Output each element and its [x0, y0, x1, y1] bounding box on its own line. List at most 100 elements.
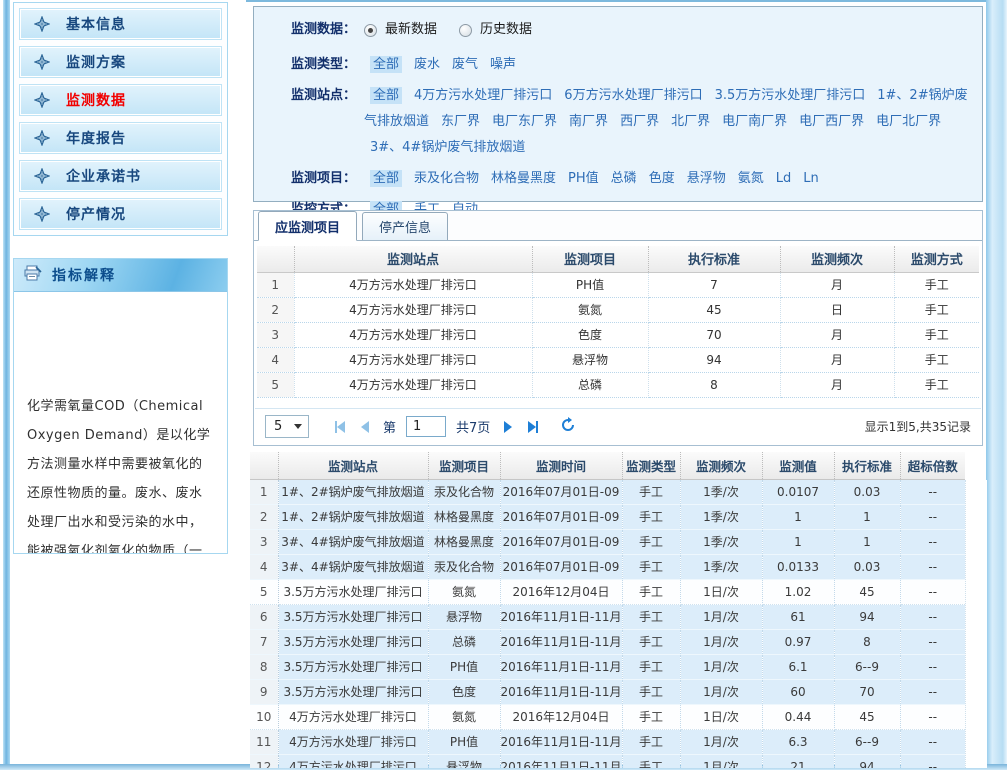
filter-link[interactable]: Ld [776, 171, 792, 186]
column-header[interactable] [257, 246, 294, 272]
table-row[interactable]: 14万方污水处理厂排污口PH值7月手工 [257, 272, 979, 297]
filter-link[interactable]: 悬浮物 [687, 171, 726, 186]
table-cell: 3.5万方污水处理厂排污口 [278, 579, 428, 604]
filter-link[interactable]: 南厂界 [569, 114, 608, 129]
radio-option[interactable]: 最新数据 [364, 17, 437, 43]
column-header[interactable]: 监测站点 [294, 246, 532, 272]
filter-link[interactable]: 3#、4#锅炉废气排放烟道 [370, 140, 525, 155]
table-row[interactable]: 34万方污水处理厂排污口色度70月手工 [257, 322, 979, 347]
table-cell: 1#、2#锅炉废气排放烟道 [278, 479, 428, 504]
next-page-button[interactable] [504, 421, 512, 433]
table-cell: 2016年11月1日-11月 [500, 629, 622, 654]
table-cell: 2 [250, 504, 278, 529]
sidebar-item-5[interactable]: 企业承诺书 [19, 160, 222, 192]
radio-icon[interactable] [459, 24, 472, 37]
filter-link[interactable]: 电厂南厂界 [722, 114, 787, 129]
column-header[interactable]: 监测类型 [622, 452, 680, 479]
filter-link[interactable]: 全部 [370, 56, 402, 73]
table-cell: 2016年07月01日-09 [500, 554, 622, 579]
filter-link[interactable]: 氨氮 [738, 171, 764, 186]
table-cell: 1月/次 [680, 679, 762, 704]
filter-link[interactable]: 6万方污水处理厂排污口 [564, 88, 702, 103]
filter-link[interactable]: 全部 [370, 170, 402, 187]
column-header[interactable]: 执行标准 [834, 452, 900, 479]
page-number-input[interactable] [406, 416, 446, 437]
table-row[interactable]: 83.5万方污水处理厂排污口PH值2016年11月1日-11月手工1月/次6.1… [250, 654, 965, 679]
column-header[interactable]: 监测项目 [428, 452, 500, 479]
last-page-button[interactable] [528, 421, 538, 433]
table-row[interactable]: 11#、2#锅炉废气排放烟道汞及化合物2016年07月01日-09手工1季/次0… [250, 479, 965, 504]
prev-page-button[interactable] [361, 421, 369, 433]
filter-link[interactable]: 电厂北厂界 [876, 114, 941, 129]
table-cell: 林格曼黑度 [428, 529, 500, 554]
table-cell: 4 [257, 347, 294, 372]
filter-link[interactable]: 废气 [452, 57, 478, 72]
filter-options: 全部废水废气噪声 [356, 52, 982, 78]
column-header[interactable]: 监测站点 [278, 452, 428, 479]
sidebar-menu: 基本信息监测方案监测数据年度报告企业承诺书停产情况 [13, 2, 228, 236]
column-header[interactable]: 监测时间 [500, 452, 622, 479]
table-row[interactable]: 73.5万方污水处理厂排污口总磷2016年11月1日-11月手工1月/次0.97… [250, 629, 965, 654]
page-size-select[interactable]: 5 [265, 415, 309, 438]
filter-link[interactable]: 总磷 [611, 171, 637, 186]
filter-link[interactable]: 全部 [370, 87, 402, 104]
table-cell: 0.44 [762, 704, 834, 729]
column-header[interactable]: 监测频次 [780, 246, 894, 272]
radio-icon[interactable] [364, 24, 377, 37]
column-header[interactable]: 监测项目 [532, 246, 648, 272]
table-scrollbar-track[interactable] [965, 480, 987, 768]
table-row[interactable]: 21#、2#锅炉废气排放烟道林格曼黑度2016年07月01日-09手工1季/次1… [250, 504, 965, 529]
sidebar-item-6[interactable]: 停产情况 [19, 198, 222, 230]
table-cell: -- [900, 604, 965, 629]
filter-link[interactable]: 噪声 [490, 57, 516, 72]
table-row[interactable]: 114万方污水处理厂排污口PH值2016年11月1日-11月手工1月/次6.36… [250, 729, 965, 754]
filter-link[interactable]: PH值 [568, 171, 599, 186]
column-header[interactable]: 超标倍数 [900, 452, 965, 479]
monitor-data-table-wrap: 监测站点监测项目监测时间监测类型监测频次监测值执行标准超标倍数11#、2#锅炉废… [250, 452, 965, 768]
filter-link[interactable]: 汞及化合物 [414, 171, 479, 186]
filter-link[interactable]: 3.5万方污水处理厂排污口 [715, 88, 866, 103]
table-cell: 月 [780, 322, 894, 347]
table-row[interactable]: 63.5万方污水处理厂排污口悬浮物2016年11月1日-11月手工1月/次619… [250, 604, 965, 629]
table-cell: -- [900, 754, 965, 768]
sidebar-item-4[interactable]: 年度报告 [19, 122, 222, 154]
record-summary: 显示1到5,共35记录 [865, 418, 971, 435]
sidebar-item-1[interactable]: 基本信息 [19, 8, 222, 40]
table-row[interactable]: 104万方污水处理厂排污口氨氮2016年12月04日手工1日/次0.4445-- [250, 704, 965, 729]
filter-link[interactable]: 林格曼黑度 [491, 171, 556, 186]
column-header[interactable]: 监测频次 [680, 452, 762, 479]
tab-2[interactable]: 停产信息 [362, 212, 448, 240]
filter-link[interactable]: 东厂界 [441, 114, 480, 129]
radio-option[interactable]: 历史数据 [459, 17, 532, 43]
table-row[interactable]: 93.5万方污水处理厂排污口色度2016年11月1日-11月手工1月/次6070… [250, 679, 965, 704]
filter-link[interactable]: Ln [803, 171, 818, 186]
sidebar-item-2[interactable]: 监测方案 [19, 46, 222, 78]
table-row[interactable]: 53.5万方污水处理厂排污口氨氮2016年12月04日手工1日/次1.0245-… [250, 579, 965, 604]
table-row[interactable]: 124万方污水处理厂排污口悬浮物2016年11月1日-11月手工1月/次2194… [250, 754, 965, 768]
refresh-button[interactable] [560, 417, 576, 437]
filter-link[interactable]: 废水 [414, 57, 440, 72]
first-page-button[interactable] [335, 421, 345, 433]
table-row[interactable]: 43#、4#锅炉废气排放烟道汞及化合物2016年07月01日-09手工1季/次0… [250, 554, 965, 579]
filter-link[interactable]: 北厂界 [671, 114, 710, 129]
table-cell: 0.97 [762, 629, 834, 654]
filter-link[interactable]: 电厂东厂界 [492, 114, 557, 129]
table-row[interactable]: 24万方污水处理厂排污口氨氮45日手工 [257, 297, 979, 322]
table-row[interactable]: 54万方污水处理厂排污口总磷8月手工 [257, 372, 979, 397]
tab-1[interactable]: 应监测项目 [258, 211, 357, 241]
left-edge-stripe [3, 0, 10, 770]
column-header[interactable]: 监测值 [762, 452, 834, 479]
filter-link[interactable]: 色度 [649, 171, 675, 186]
filter-link[interactable]: 4万方污水处理厂排污口 [414, 88, 552, 103]
table-cell: 2016年11月1日-11月 [500, 754, 622, 768]
filter-link[interactable]: 电厂西厂界 [799, 114, 864, 129]
filter-link[interactable]: 西厂界 [620, 114, 659, 129]
table-cell: -- [900, 579, 965, 604]
sidebar-item-3[interactable]: 监测数据 [19, 84, 222, 116]
column-header[interactable]: 监测方式 [894, 246, 979, 272]
column-header[interactable] [250, 452, 278, 479]
table-row[interactable]: 44万方污水处理厂排污口悬浮物94月手工 [257, 347, 979, 372]
column-header[interactable]: 执行标准 [648, 246, 780, 272]
table-cell: 45 [834, 579, 900, 604]
table-row[interactable]: 33#、4#锅炉废气排放烟道林格曼黑度2016年07月01日-09手工1季/次1… [250, 529, 965, 554]
